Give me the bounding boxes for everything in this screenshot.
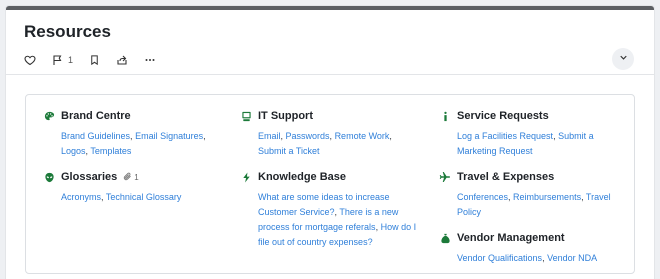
paperclip-icon xyxy=(123,172,132,183)
category-glossaries: Glossaries 1 Acronyms, Technical Glossar… xyxy=(43,170,223,205)
flag-icon xyxy=(52,54,64,66)
link-submit-ticket[interactable]: Submit a Ticket xyxy=(258,146,320,156)
link-log-facilities-request[interactable]: Log a Facilities Request xyxy=(457,131,553,141)
category-vendor-management: Vendor Management Vendor Qualifications,… xyxy=(439,231,619,266)
category-title: Vendor Management xyxy=(457,232,565,244)
flag-button[interactable]: 1 xyxy=(52,50,73,70)
category-links: Email, Passwords, Remote Work, Submit a … xyxy=(258,131,392,156)
like-button[interactable] xyxy=(24,50,36,70)
share-icon xyxy=(116,54,128,66)
category-links: What are some ideas to increase Customer… xyxy=(258,192,417,247)
category-title: IT Support xyxy=(258,110,313,122)
category-title: Glossaries xyxy=(61,171,118,183)
category-service-requests: Service Requests Log a Facilities Reques… xyxy=(439,109,619,159)
category-knowledge-base: Knowledge Base What are some ideas to in… xyxy=(240,170,418,250)
link-brand-guidelines[interactable]: Brand Guidelines xyxy=(61,131,130,141)
link-templates[interactable]: Templates xyxy=(90,146,131,156)
info-icon xyxy=(439,110,451,122)
alien-icon xyxy=(43,171,55,183)
category-it-support: IT Support Email, Passwords, Remote Work… xyxy=(240,109,410,159)
chevron-down-icon xyxy=(618,50,629,68)
category-links: Conferences, Reimbursements, Travel Poli… xyxy=(457,192,611,217)
resources-panel: Brand Centre Brand Guidelines, Email Sig… xyxy=(25,94,635,274)
category-links: Acronyms, Technical Glossary xyxy=(61,192,182,202)
category-title: Brand Centre xyxy=(61,110,131,122)
category-links: Log a Facilities Request, Submit a Marke… xyxy=(457,131,594,156)
category-title: Service Requests xyxy=(457,110,549,122)
attachment-count-label: 1 xyxy=(134,172,139,182)
link-reimbursements[interactable]: Reimbursements xyxy=(513,192,581,202)
share-button[interactable] xyxy=(116,50,128,70)
palette-icon xyxy=(43,110,55,122)
flag-count: 1 xyxy=(68,55,74,65)
link-email-signatures[interactable]: Email Signatures xyxy=(135,131,203,141)
toolbar: 1 xyxy=(24,50,172,70)
more-button[interactable] xyxy=(144,50,156,70)
page-title: Resources xyxy=(24,22,111,41)
link-logos[interactable]: Logos xyxy=(61,146,86,156)
category-brand-centre: Brand Centre Brand Guidelines, Email Sig… xyxy=(43,109,223,159)
category-links: Brand Guidelines, Email Signatures, Logo… xyxy=(61,131,206,156)
header-divider xyxy=(6,74,654,75)
more-horizontal-icon xyxy=(144,54,156,66)
category-links: Vendor Qualifications, Vendor NDA xyxy=(457,253,598,263)
bookmark-button[interactable] xyxy=(89,50,100,70)
heart-icon xyxy=(24,54,36,66)
link-passwords[interactable]: Passwords xyxy=(286,131,330,141)
attachment-count[interactable]: 1 xyxy=(123,172,139,183)
bookmark-icon xyxy=(89,54,100,66)
lightning-icon xyxy=(240,171,252,183)
category-title: Travel & Expenses xyxy=(457,171,555,183)
category-title: Knowledge Base xyxy=(258,171,347,183)
link-technical-glossary[interactable]: Technical Glossary xyxy=(106,192,182,202)
link-vendor-nda[interactable]: Vendor NDA xyxy=(547,253,597,263)
collapse-button[interactable] xyxy=(612,48,634,70)
link-conferences[interactable]: Conferences xyxy=(457,192,508,202)
resources-page: Resources 1 Brand Centre Brand Guideline… xyxy=(6,6,654,279)
link-acronyms[interactable]: Acronyms xyxy=(61,192,101,202)
airplane-icon xyxy=(439,171,451,183)
category-travel-expenses: Travel & Expenses Conferences, Reimburse… xyxy=(439,170,619,220)
money-bag-icon xyxy=(439,232,451,244)
link-remote-work[interactable]: Remote Work xyxy=(335,131,390,141)
computer-icon xyxy=(240,110,252,122)
link-vendor-qualifications[interactable]: Vendor Qualifications xyxy=(457,253,542,263)
link-email[interactable]: Email xyxy=(258,131,281,141)
